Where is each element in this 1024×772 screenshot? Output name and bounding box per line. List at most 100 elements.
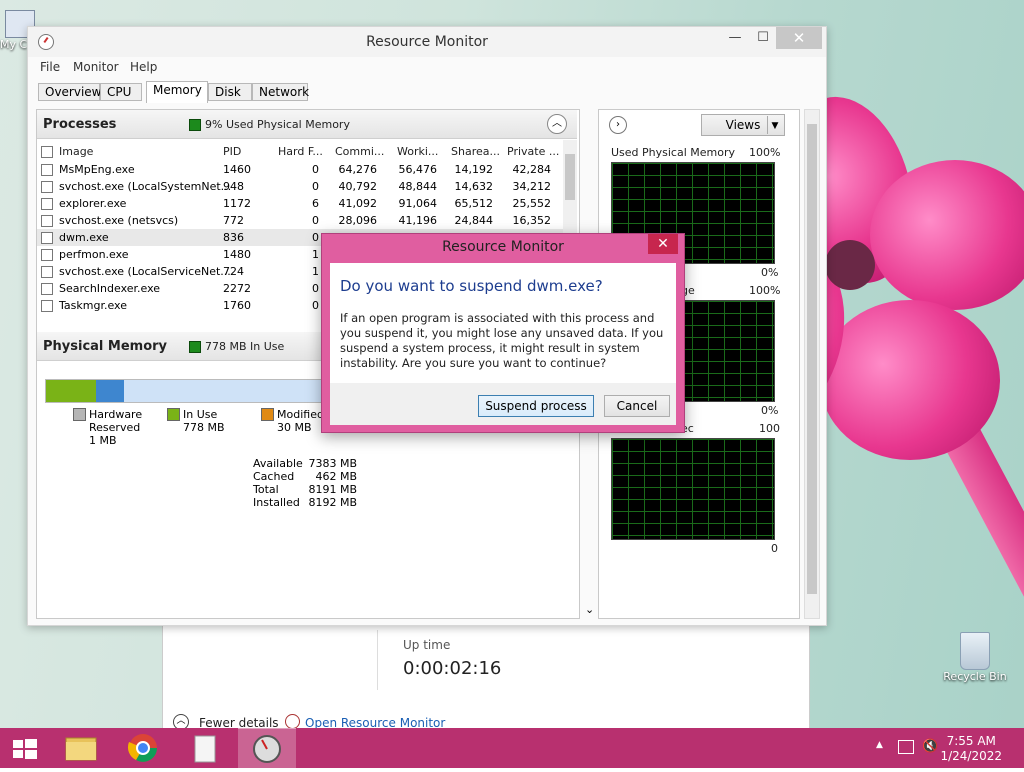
menu-bar: File Monitor Help	[28, 57, 826, 77]
uptime-label: Up time	[403, 638, 451, 652]
maximize-button[interactable]: ☐	[746, 27, 780, 49]
show-hidden-icons-icon[interactable]: ▲	[876, 740, 883, 750]
cell-private: 34,212	[512, 180, 552, 193]
close-button[interactable]: ✕	[776, 27, 822, 49]
graph2-max: 100%	[749, 284, 781, 297]
column-pid[interactable]: PID	[223, 145, 241, 158]
row-checkbox[interactable]	[41, 215, 53, 227]
stat-value: 7383 MB	[308, 457, 357, 470]
cell-image: SearchIndexer.exe	[59, 282, 161, 295]
cell-commit: 41,092	[338, 197, 378, 210]
cell-pid: 1760	[223, 299, 251, 312]
resource-monitor-taskbar[interactable]	[238, 728, 296, 769]
stat-value: 8191 MB	[308, 483, 357, 496]
cell-pid: 948	[223, 180, 244, 193]
memory-badge-icon	[189, 341, 201, 353]
process-table-header: Image PID Hard F... Commi... Worki... Sh…	[37, 140, 563, 160]
legend-value: 1 MB	[89, 434, 117, 447]
column-working[interactable]: Worki...	[397, 145, 438, 158]
cell-image: perfmon.exe	[59, 248, 129, 261]
chrome-taskbar[interactable]	[114, 728, 172, 768]
folder-icon	[65, 737, 97, 761]
recycle-bin-icon[interactable]: Recycle Bin	[940, 632, 1010, 683]
cancel-button[interactable]: Cancel	[604, 395, 670, 417]
select-all-checkbox[interactable]	[41, 146, 53, 158]
dropdown-arrow-icon: ▼	[767, 116, 782, 134]
taskbar: ▲ 🔇 7:55 AM 1/24/2022	[0, 728, 1024, 769]
file-explorer-taskbar[interactable]	[52, 728, 110, 768]
legend-swatch	[73, 408, 86, 421]
views-dropdown[interactable]: Views ▼	[701, 114, 785, 136]
menu-help[interactable]: Help	[130, 60, 157, 74]
expand-arrow-icon[interactable]: ›	[609, 116, 627, 134]
cell-hard: 1	[312, 248, 319, 261]
column-private[interactable]: Private ...	[507, 145, 559, 158]
menu-monitor[interactable]: Monitor	[73, 60, 119, 74]
cell-hard: 6	[312, 197, 319, 210]
cell-image: svchost.exe (LocalSystemNet...	[59, 180, 232, 193]
memory-badge-icon	[189, 119, 201, 131]
resource-monitor-icon	[253, 735, 281, 763]
modified-segment	[96, 380, 124, 402]
cell-image: svchost.exe (netsvcs)	[59, 214, 179, 227]
row-checkbox[interactable]	[41, 232, 53, 244]
start-button[interactable]	[0, 728, 50, 768]
row-checkbox[interactable]	[41, 283, 53, 295]
tab-network[interactable]: Network	[252, 83, 309, 101]
tab-disk[interactable]: Disk	[208, 83, 252, 101]
dialog-title: Resource Monitor	[442, 239, 564, 255]
cell-hard: 0	[312, 163, 319, 176]
scroll-down-icon[interactable]: ⌄	[585, 603, 594, 616]
stat-value: 462 MB	[315, 470, 357, 483]
column-commit[interactable]: Commi...	[335, 145, 384, 158]
cell-private: 16,352	[512, 214, 552, 227]
column-hard-faults[interactable]: Hard F...	[278, 145, 323, 158]
cell-pid: 1172	[223, 197, 251, 210]
graph1-title: Used Physical Memory	[611, 146, 736, 159]
cell-hard: 0	[312, 231, 319, 244]
row-checkbox[interactable]	[41, 164, 53, 176]
row-checkbox[interactable]	[41, 198, 53, 210]
scroll-thumb[interactable]	[807, 124, 817, 594]
flower-stem	[930, 401, 1024, 756]
scroll-thumb[interactable]	[565, 154, 575, 200]
cell-commit: 64,276	[338, 163, 378, 176]
cell-private: 42,284	[512, 163, 552, 176]
column-shareable[interactable]: Sharea...	[451, 145, 500, 158]
cell-image: MsMpEng.exe	[59, 163, 135, 176]
network-icon[interactable]	[898, 740, 914, 754]
volume-muted-icon[interactable]: 🔇	[922, 739, 938, 754]
column-image[interactable]: Image	[59, 145, 93, 158]
cell-image: dwm.exe	[59, 231, 109, 244]
table-row[interactable]: explorer.exe 1172 6 41,092 91,064 65,512 25,55…	[37, 195, 563, 212]
row-checkbox[interactable]	[41, 266, 53, 278]
table-row[interactable]: MsMpEng.exe 1460 0 64,276 56,476 14,192 42,284	[37, 161, 563, 178]
row-checkbox[interactable]	[41, 249, 53, 261]
dialog-heading: Do you want to suspend dwm.exe?	[340, 277, 603, 295]
task-manager-window: Up time 0:00:02:16 ︿ Fewer details Open …	[162, 622, 810, 730]
suspend-process-button[interactable]: Suspend process	[478, 395, 594, 417]
collapse-icon[interactable]: ︿	[547, 114, 567, 134]
dialog-close-button[interactable]: ✕	[648, 234, 678, 254]
tab-cpu[interactable]: CPU	[100, 83, 142, 101]
table-row[interactable]: svchost.exe (LocalSystemNet... 948 0 40,792…	[37, 178, 563, 195]
dialog-message: If an open program is associated with th…	[340, 311, 664, 370]
tab-overview[interactable]: Overview	[38, 83, 102, 101]
dialog-body: Do you want to suspend dwm.exe? If an op…	[330, 263, 676, 383]
clock[interactable]: 7:55 AM 1/24/2022	[940, 734, 1002, 764]
clock-date: 1/24/2022	[940, 749, 1002, 763]
table-row[interactable]: svchost.exe (netsvcs) 772 0 28,096 41,196 24,…	[37, 212, 563, 229]
row-checkbox[interactable]	[41, 300, 53, 312]
cell-working: 41,196	[398, 214, 438, 227]
graphs-scrollbar[interactable]	[804, 109, 820, 619]
processes-header[interactable]: Processes 9% Used Physical Memory ︿	[37, 110, 577, 139]
uptime-value: 0:00:02:16	[403, 658, 502, 679]
graph1-max: 100%	[749, 146, 781, 159]
document-taskbar[interactable]	[176, 728, 234, 768]
menu-file[interactable]: File	[40, 60, 60, 74]
tab-memory[interactable]: Memory	[146, 81, 208, 103]
suspend-confirm-dialog: Resource Monitor ✕ Do you want to suspen…	[321, 233, 685, 433]
flower-center	[825, 240, 875, 290]
row-checkbox[interactable]	[41, 181, 53, 193]
cell-commit: 28,096	[338, 214, 378, 227]
